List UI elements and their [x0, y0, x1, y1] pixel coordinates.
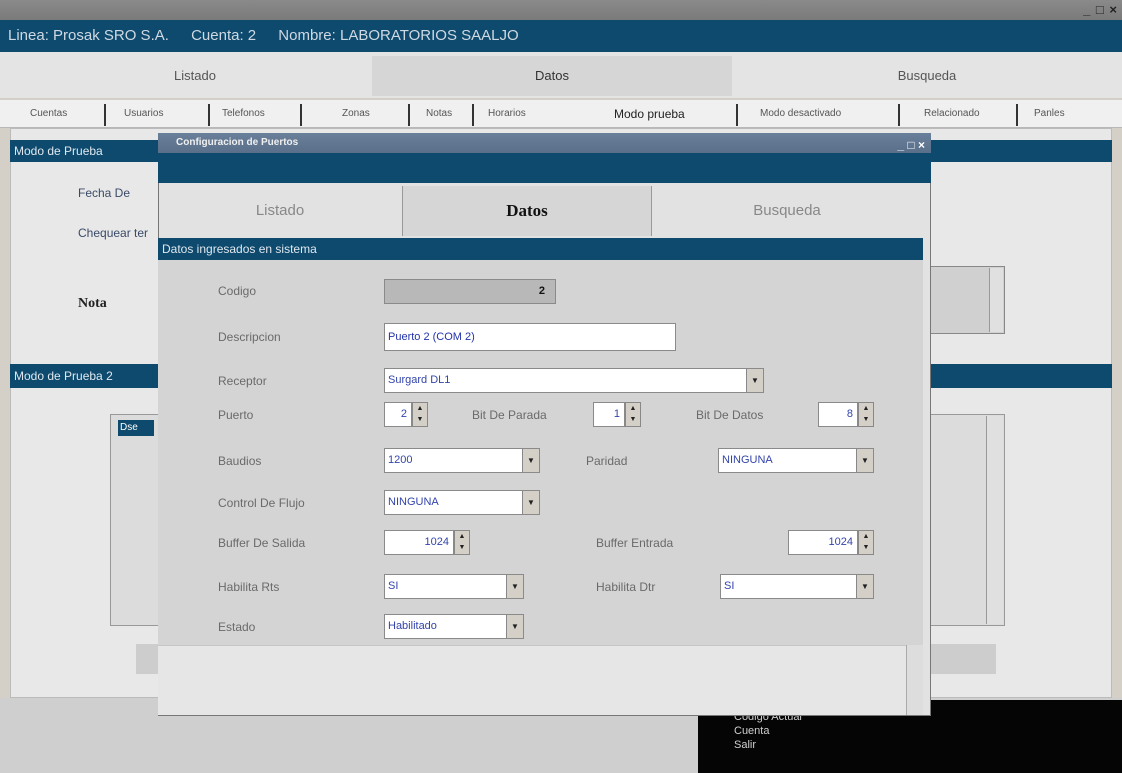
bit-parada-spinner-icon[interactable]: ▲ ▼ — [625, 402, 641, 427]
tab-busqueda[interactable]: Busqueda — [742, 56, 1112, 96]
puerto-label: Puerto — [218, 408, 254, 422]
subtab-modo-desactivado[interactable]: Modo desactivado — [760, 104, 841, 124]
estado-select[interactable]: Habilitado ▼ — [384, 614, 524, 639]
dialog-window-controls[interactable]: _ □ × — [897, 135, 925, 155]
subtab-zonas[interactable]: Zonas — [342, 104, 370, 124]
dialog-title-bar: Configuracion de Puertos _ □ × — [158, 133, 931, 153]
account-info-bar: Linea: Prosak SRO S.A. Cuenta: 2 Nombre:… — [0, 20, 1122, 52]
section-modo-prueba-title: Modo de Prueba — [14, 144, 103, 158]
outer-list-scrollbar[interactable] — [986, 416, 1003, 624]
bit-parada-field[interactable]: 1 — [593, 402, 625, 427]
dialog-tab-busqueda[interactable]: Busqueda — [652, 186, 922, 236]
habilita-rts-select[interactable]: SI ▼ — [384, 574, 524, 599]
buffer-salida-field[interactable]: 1024 — [384, 530, 454, 555]
tab-datos[interactable]: Datos — [372, 56, 732, 96]
codigo-field: 2 — [384, 279, 556, 304]
puerto-field[interactable]: 2 — [384, 402, 412, 427]
habilita-rts-label: Habilita Rts — [218, 580, 280, 594]
chevron-down-icon[interactable]: ▼ — [506, 575, 523, 598]
subtab-notas[interactable]: Notas — [426, 104, 452, 124]
chevron-down-icon[interactable]: ▼ — [856, 449, 873, 472]
paridad-select[interactable]: NINGUNA ▼ — [718, 448, 874, 473]
outer-list-item[interactable]: Dse — [118, 420, 154, 436]
outer-window-controls[interactable]: _ □ × — [1083, 2, 1118, 17]
descripcion-label: Descripcion — [218, 330, 281, 344]
chequear-label: Chequear ter — [78, 226, 149, 240]
dialog-footer — [158, 645, 923, 715]
subtab-divider — [736, 104, 738, 126]
receptor-select[interactable]: Surgard DL1 ▼ — [384, 368, 764, 393]
nota-label: Nota — [78, 296, 107, 311]
habilita-dtr-label: Habilita Dtr — [596, 580, 656, 594]
subtab-telefonos[interactable]: Telefonos — [222, 104, 265, 124]
estado-label: Estado — [218, 620, 256, 634]
baudios-label: Baudios — [218, 454, 262, 468]
subtab-divider — [898, 104, 900, 126]
subtab-divider — [208, 104, 210, 126]
habilita-dtr-select[interactable]: SI ▼ — [720, 574, 874, 599]
baudios-value: 1200 — [388, 454, 413, 466]
control-flujo-value: NINGUNA — [388, 496, 439, 508]
outer-title-bar: _ □ × — [0, 0, 1122, 20]
dialog-tab-listado[interactable]: Listado — [160, 186, 400, 236]
nombre-text: Nombre: LABORATORIOS SAALJO — [278, 27, 519, 44]
habilita-rts-value: SI — [388, 580, 399, 592]
buffer-entrada-field[interactable]: 1024 — [788, 530, 858, 555]
estado-value: Habilitado — [388, 620, 437, 632]
section-modo-prueba2-title: Modo de Prueba 2 — [14, 369, 113, 383]
chevron-down-icon[interactable]: ▼ — [522, 449, 539, 472]
subtab-panles[interactable]: Panles — [1034, 104, 1065, 124]
dialog-scrollbar[interactable] — [906, 645, 923, 715]
subtab-divider — [472, 104, 474, 126]
chevron-down-icon[interactable]: ▼ — [856, 575, 873, 598]
nota-scrollbar[interactable] — [989, 268, 1003, 332]
subtab-relacionado[interactable]: Relacionado — [924, 104, 980, 124]
subtab-divider — [408, 104, 410, 126]
chevron-down-icon[interactable]: ▼ — [522, 491, 539, 514]
fecha-label: Fecha De — [78, 186, 131, 200]
descripcion-field[interactable]: Puerto 2 (COM 2) — [384, 323, 676, 351]
buffer-entrada-spinner-icon[interactable]: ▲ ▼ — [858, 530, 874, 555]
subtab-divider — [104, 104, 106, 126]
subtab-modo-prueba[interactable]: Modo prueba — [614, 104, 685, 124]
habilita-dtr-value: SI — [724, 580, 735, 592]
linea-text: Linea: Prosak SRO S.A. — [8, 27, 169, 44]
status-line: Salir — [734, 739, 757, 751]
chevron-down-icon[interactable]: ▼ — [506, 615, 523, 638]
dialog-section-title: Datos ingresados en sistema — [162, 242, 317, 256]
bit-parada-label: Bit De Parada — [472, 408, 547, 422]
tab-listado[interactable]: Listado — [40, 56, 350, 96]
subtab-usuarios[interactable]: Usuarios — [124, 104, 163, 124]
receptor-label: Receptor — [218, 374, 267, 388]
subtab-divider — [1016, 104, 1018, 126]
bit-datos-spinner-icon[interactable]: ▲ ▼ — [858, 402, 874, 427]
paridad-value: NINGUNA — [722, 454, 773, 466]
buffer-salida-label: Buffer De Salida — [218, 536, 306, 550]
dialog-header-band — [158, 153, 931, 183]
buffer-entrada-label: Buffer Entrada — [596, 536, 674, 550]
control-flujo-select[interactable]: NINGUNA ▼ — [384, 490, 540, 515]
paridad-label: Paridad — [586, 454, 628, 468]
codigo-label: Codigo — [218, 284, 257, 298]
buffer-salida-spinner-icon[interactable]: ▲ ▼ — [454, 530, 470, 555]
status-line: Cuenta — [734, 725, 770, 737]
bit-datos-label: Bit De Datos — [696, 408, 764, 422]
baudios-select[interactable]: 1200 ▼ — [384, 448, 540, 473]
dialog-section-bar: Datos ingresados en sistema — [158, 238, 923, 260]
receptor-value: Surgard DL1 — [388, 374, 451, 386]
dialog-tab-datos[interactable]: Datos — [403, 186, 651, 236]
bit-datos-field[interactable]: 8 — [818, 402, 858, 427]
control-flujo-label: Control De Flujo — [218, 496, 305, 510]
subtab-cuentas[interactable]: Cuentas — [30, 104, 67, 124]
puerto-spinner-icon[interactable]: ▲ ▼ — [412, 402, 428, 427]
subtab-divider — [300, 104, 302, 126]
subtab-horarios[interactable]: Horarios — [488, 104, 526, 124]
cuenta-text: Cuenta: 2 — [191, 27, 257, 44]
chevron-down-icon[interactable]: ▼ — [746, 369, 763, 392]
dialog-title: Configuracion de Puertos — [176, 137, 299, 148]
